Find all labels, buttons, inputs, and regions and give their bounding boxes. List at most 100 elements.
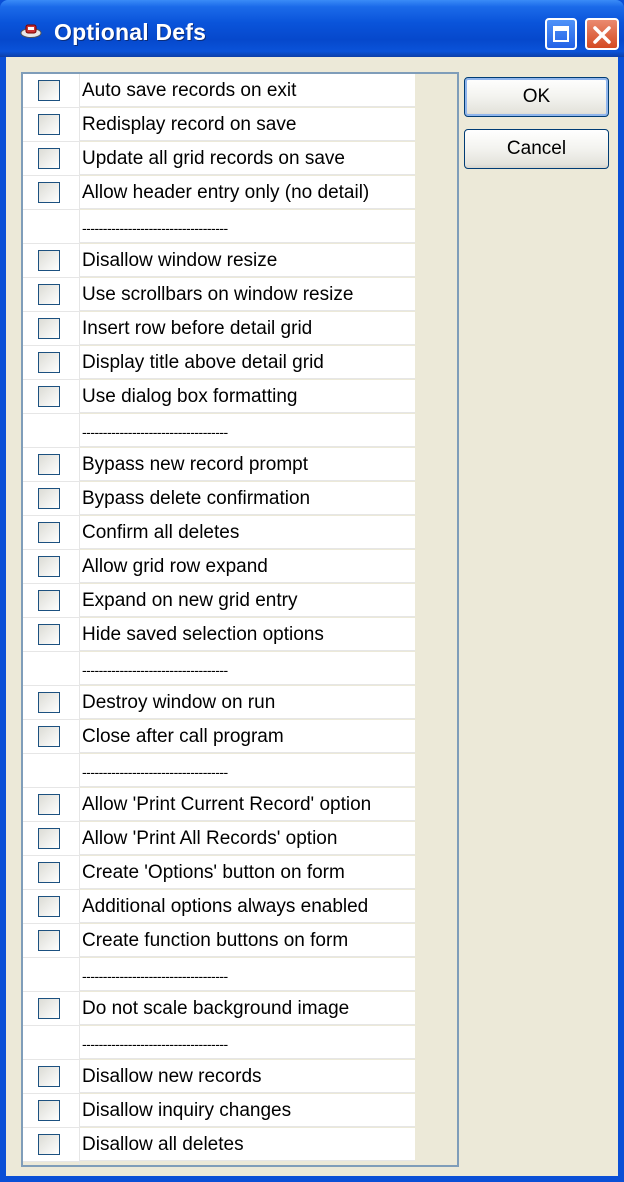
check-cell [23,108,79,142]
option-checkbox[interactable] [38,1100,60,1121]
check-cell [23,142,79,176]
option-checkbox[interactable] [38,488,60,509]
option-checkbox[interactable] [38,692,60,713]
option-checkbox[interactable] [38,1134,60,1155]
check-cell [23,1026,79,1060]
option-checkbox[interactable] [38,862,60,883]
option-row[interactable]: Expand on new grid entry [23,584,415,618]
option-checkbox[interactable] [38,318,60,339]
option-label: Display title above detail grid [80,346,415,379]
option-row[interactable]: Bypass delete confirmation [23,482,415,516]
check-cell [23,244,79,278]
option-row[interactable]: Disallow new records [23,1060,415,1094]
check-cell [23,550,79,584]
option-row[interactable]: Close after call program [23,720,415,754]
option-label: Allow header entry only (no detail) [80,176,415,209]
separator-row: ----------------------------------- [23,754,415,788]
option-checkbox[interactable] [38,148,60,169]
option-label: Confirm all deletes [80,516,415,549]
option-row[interactable]: Use scrollbars on window resize [23,278,415,312]
separator-label: ----------------------------------- [80,958,415,991]
option-row[interactable]: Additional options always enabled [23,890,415,924]
option-row[interactable]: Create function buttons on form [23,924,415,958]
separator-row: ----------------------------------- [23,414,415,448]
option-checkbox[interactable] [38,352,60,373]
option-row[interactable]: Allow header entry only (no detail) [23,176,415,210]
option-row[interactable]: Destroy window on run [23,686,415,720]
separator-label: ----------------------------------- [80,414,415,447]
option-label: Create 'Options' button on form [80,856,415,889]
option-row[interactable]: Do not scale background image [23,992,415,1026]
option-row[interactable]: Confirm all deletes [23,516,415,550]
option-checkbox[interactable] [38,284,60,305]
option-checkbox[interactable] [38,250,60,271]
option-label: Expand on new grid entry [80,584,415,617]
option-checkbox[interactable] [38,794,60,815]
option-checkbox[interactable] [38,1066,60,1087]
maximize-button[interactable] [545,18,577,50]
option-checkbox[interactable] [38,556,60,577]
option-label: Disallow new records [80,1060,415,1093]
option-row[interactable]: Auto save records on exit [23,74,415,108]
close-button[interactable] [585,18,619,50]
option-row[interactable]: Disallow window resize [23,244,415,278]
check-cell [23,312,79,346]
ok-button[interactable]: OK [464,77,609,117]
option-checkbox[interactable] [38,624,60,645]
option-label: Auto save records on exit [80,74,415,107]
cancel-button[interactable]: Cancel [464,129,609,169]
check-cell [23,482,79,516]
option-label: Allow 'Print All Records' option [80,822,415,855]
option-label: Disallow window resize [80,244,415,277]
option-label: Disallow all deletes [80,1128,415,1161]
option-checkbox[interactable] [38,930,60,951]
option-checkbox[interactable] [38,80,60,101]
option-row[interactable]: Disallow all deletes [23,1128,415,1162]
option-label: Close after call program [80,720,415,753]
option-checkbox[interactable] [38,726,60,747]
check-cell [23,1094,79,1128]
option-row[interactable]: Update all grid records on save [23,142,415,176]
option-checkbox[interactable] [38,182,60,203]
option-row[interactable]: Use dialog box formatting [23,380,415,414]
check-cell [23,448,79,482]
option-label: Do not scale background image [80,992,415,1025]
option-label: Additional options always enabled [80,890,415,923]
option-checkbox[interactable] [38,522,60,543]
separator-row: ----------------------------------- [23,958,415,992]
option-row[interactable]: Disallow inquiry changes [23,1094,415,1128]
option-row[interactable]: Allow 'Print All Records' option [23,822,415,856]
option-row[interactable]: Redisplay record on save [23,108,415,142]
check-cell [23,686,79,720]
check-cell [23,176,79,210]
check-cell [23,1128,79,1162]
option-checkbox[interactable] [38,114,60,135]
check-cell [23,346,79,380]
check-cell [23,754,79,788]
option-label: Hide saved selection options [80,618,415,651]
option-label: Allow 'Print Current Record' option [80,788,415,821]
option-row[interactable]: Display title above detail grid [23,346,415,380]
option-row[interactable]: Allow grid row expand [23,550,415,584]
check-cell [23,924,79,958]
check-cell [23,618,79,652]
check-cell [23,380,79,414]
option-row[interactable]: Bypass new record prompt [23,448,415,482]
title-bar[interactable]: Optional Defs [0,0,624,57]
option-checkbox[interactable] [38,998,60,1019]
option-checkbox[interactable] [38,590,60,611]
check-cell [23,958,79,992]
option-checkbox[interactable] [38,828,60,849]
option-label: Destroy window on run [80,686,415,719]
option-row[interactable]: Create 'Options' button on form [23,856,415,890]
option-checkbox[interactable] [38,896,60,917]
option-row[interactable]: Insert row before detail grid [23,312,415,346]
separator-row: ----------------------------------- [23,652,415,686]
option-checkbox[interactable] [38,454,60,475]
dialog-body: Auto save records on exit Redisplay recor… [6,57,618,1176]
option-label: Update all grid records on save [80,142,415,175]
options-checklist: Auto save records on exit Redisplay recor… [21,72,459,1167]
option-row[interactable]: Hide saved selection options [23,618,415,652]
option-checkbox[interactable] [38,386,60,407]
option-row[interactable]: Allow 'Print Current Record' option [23,788,415,822]
